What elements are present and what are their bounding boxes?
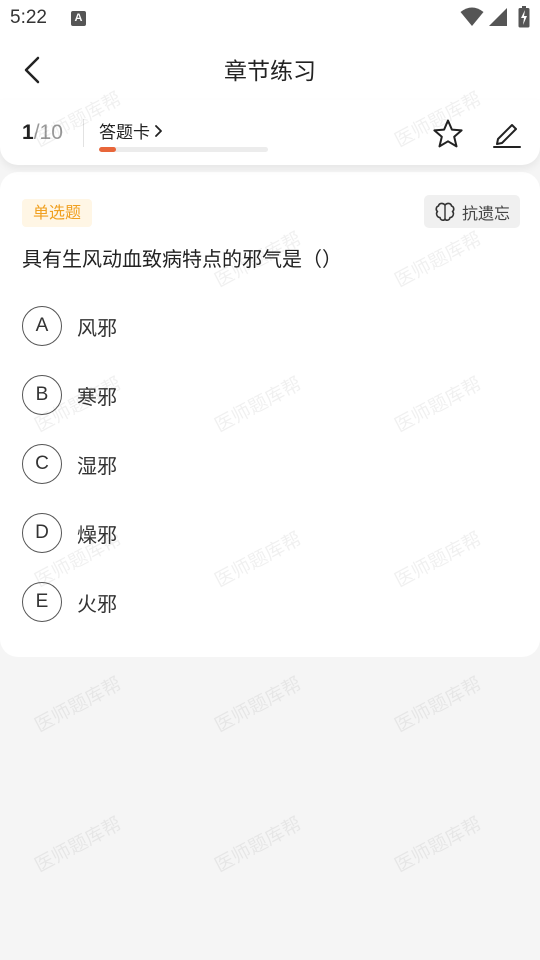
header: 章节练习 [0,38,540,100]
watermark: 医师题库帮 [31,672,126,737]
watermark: 医师题库帮 [211,672,306,737]
progress-card: 1/10 答题卡 [0,100,540,165]
current-question-number: 1 [22,121,34,144]
star-icon [433,119,463,148]
question-text: 具有生风动血致病特点的邪气是（） [22,247,342,271]
notification-a-icon: A [71,11,86,26]
option-label: 燥邪 [77,522,117,547]
option-label: 湿邪 [77,453,117,478]
option-label: 火邪 [77,591,117,616]
option-e[interactable]: E 火邪 [22,580,518,624]
question-counter: 1/10 [22,121,63,145]
option-letter: E [22,582,62,622]
option-d[interactable]: D 燥邪 [22,511,518,555]
battery-charging-icon [518,6,530,28]
chevron-right-icon [155,124,162,137]
status-bar: 5:22 A [0,0,540,38]
question-type-badge: 单选题 [22,199,93,227]
progress-bar [99,147,268,152]
option-letter: A [22,306,62,346]
option-b[interactable]: B 寒邪 [22,373,518,417]
progress-bar-fill [99,147,116,152]
answer-card-link[interactable]: 答题卡 [99,118,163,143]
total-questions: /10 [33,121,63,144]
edit-pencil-icon [493,124,521,148]
divider [83,119,84,147]
watermark: 医师题库帮 [31,812,126,877]
brain-icon [435,202,455,221]
option-c[interactable]: C 湿邪 [22,442,518,486]
watermark: 医师题库帮 [391,812,486,877]
favorite-button[interactable] [431,117,465,151]
answer-card-label: 答题卡 [99,123,150,143]
question-card: 单选题 抗遗忘 具有生风动血致病特点的邪气是（） A 风邪 B 寒邪 C 湿邪 … [0,172,540,657]
anti-forget-label: 抗遗忘 [461,203,510,223]
anti-forget-button[interactable]: 抗遗忘 [423,195,520,228]
status-time: 5:22 [10,7,47,28]
cell-signal-icon [489,8,507,26]
option-label: 风邪 [77,315,117,340]
option-label: 寒邪 [77,384,117,409]
option-letter: B [22,375,62,415]
wifi-icon [460,7,484,26]
watermark: 医师题库帮 [211,812,306,877]
option-letter: D [22,513,62,553]
option-letter: C [22,444,62,484]
note-button[interactable] [490,117,524,151]
option-a[interactable]: A 风邪 [22,304,518,348]
watermark: 医师题库帮 [391,672,486,737]
page-title: 章节练习 [224,59,316,85]
